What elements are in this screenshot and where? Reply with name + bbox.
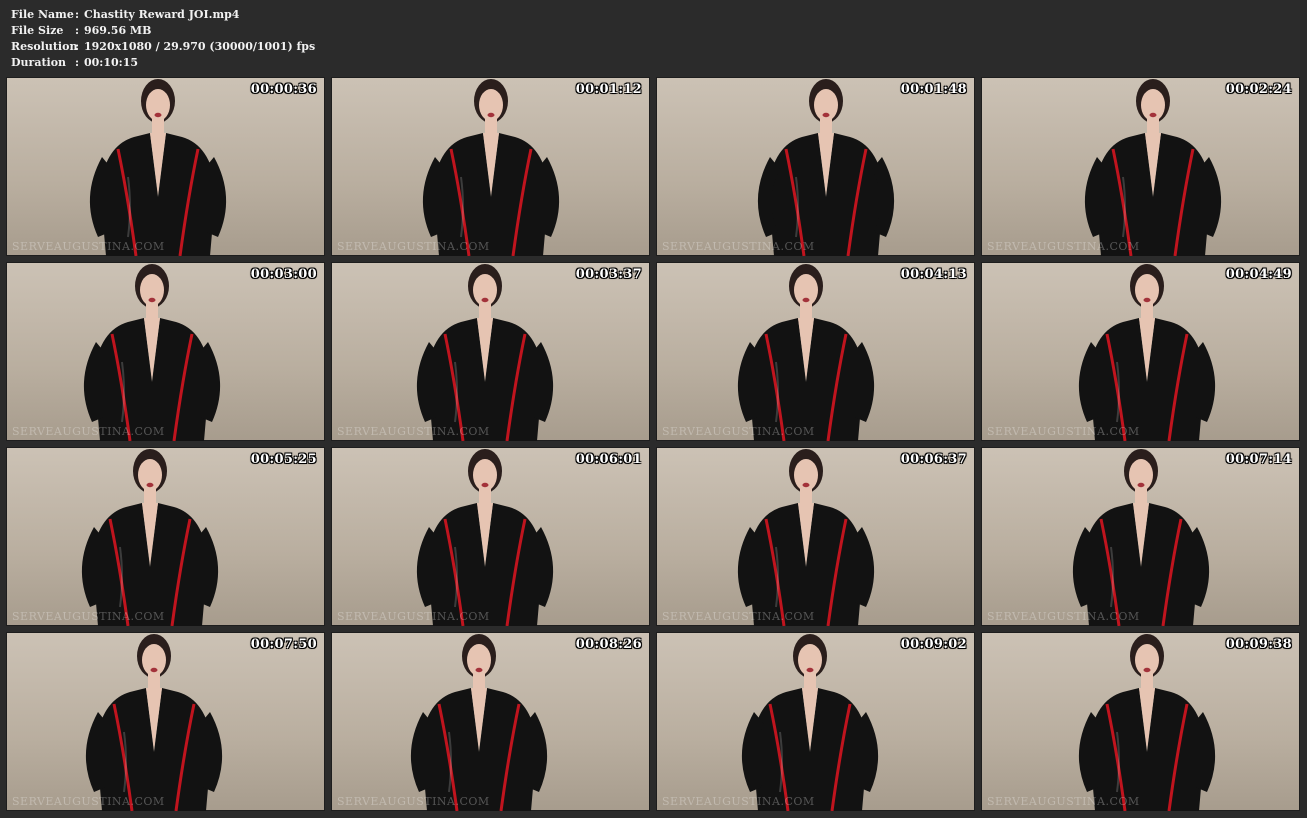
watermark: SERVEAUGUSTINA.COM xyxy=(337,425,490,438)
separator: : xyxy=(75,40,80,53)
separator: : xyxy=(75,8,80,21)
timestamp: 00:04:13 xyxy=(900,267,967,282)
video-thumbnail[interactable]: 00:07:14 SERVEAUGUSTINA.COM xyxy=(981,447,1300,626)
watermark: SERVEAUGUSTINA.COM xyxy=(987,240,1140,253)
video-frame xyxy=(83,264,221,441)
video-thumbnail[interactable]: 00:08:26 SERVEAUGUSTINA.COM xyxy=(331,632,650,811)
file-size-row: File Size : 969.56 MB xyxy=(11,23,315,39)
video-frame xyxy=(81,449,219,626)
video-frame xyxy=(410,634,548,811)
timestamp: 00:07:14 xyxy=(1225,452,1292,467)
video-thumbnail[interactable]: 00:02:24 SERVEAUGUSTINA.COM xyxy=(981,77,1300,256)
lips xyxy=(1137,482,1145,488)
video-frame xyxy=(416,449,554,626)
video-frame xyxy=(1084,79,1222,256)
watermark: SERVEAUGUSTINA.COM xyxy=(12,610,165,623)
lips xyxy=(481,297,489,303)
duration-label: Duration xyxy=(11,56,67,69)
video-thumbnail[interactable]: 00:03:37 SERVEAUGUSTINA.COM xyxy=(331,262,650,441)
lips xyxy=(1143,667,1151,673)
video-frame xyxy=(1078,634,1216,811)
timestamp: 00:08:26 xyxy=(575,637,642,652)
video-thumbnail[interactable]: 00:07:50 SERVEAUGUSTINA.COM xyxy=(6,632,325,811)
timestamp: 00:06:01 xyxy=(575,452,642,467)
timestamp: 00:04:49 xyxy=(1225,267,1292,282)
video-frame xyxy=(89,79,227,256)
watermark: SERVEAUGUSTINA.COM xyxy=(12,795,165,808)
duration-value: 00:10:15 xyxy=(84,56,139,69)
video-frame xyxy=(85,634,223,811)
lips xyxy=(475,667,483,673)
watermark: SERVEAUGUSTINA.COM xyxy=(337,240,490,253)
resolution-row: Resolution : 1920x1080 / 29.970 (30000/1… xyxy=(11,39,315,55)
lips xyxy=(802,297,810,303)
video-thumbnail[interactable]: 00:04:13 SERVEAUGUSTINA.COM xyxy=(656,262,975,441)
video-thumbnail[interactable]: 00:00:36 SERVEAUGUSTINA.COM xyxy=(6,77,325,256)
duration-row: Duration : 00:10:15 xyxy=(11,55,315,71)
lips xyxy=(822,112,830,118)
lips xyxy=(150,667,158,673)
video-thumbnail[interactable]: 00:09:02 SERVEAUGUSTINA.COM xyxy=(656,632,975,811)
timestamp: 00:06:37 xyxy=(900,452,967,467)
video-frame xyxy=(757,79,895,256)
watermark: SERVEAUGUSTINA.COM xyxy=(987,425,1140,438)
timestamp: 00:09:38 xyxy=(1225,637,1292,652)
lips xyxy=(1149,112,1157,118)
watermark: SERVEAUGUSTINA.COM xyxy=(662,610,815,623)
watermark: SERVEAUGUSTINA.COM xyxy=(12,240,165,253)
lips xyxy=(146,482,154,488)
separator: : xyxy=(75,56,80,69)
lips xyxy=(1143,297,1151,303)
lips xyxy=(481,482,489,488)
video-thumbnail[interactable]: 00:03:00 SERVEAUGUSTINA.COM xyxy=(6,262,325,441)
timestamp: 00:09:02 xyxy=(900,637,967,652)
contact-sheet: File Name : Chastity Reward JOI.mp4 File… xyxy=(0,0,1307,818)
watermark: SERVEAUGUSTINA.COM xyxy=(662,425,815,438)
video-frame xyxy=(737,264,875,441)
timestamp: 00:05:25 xyxy=(250,452,317,467)
timestamp: 00:07:50 xyxy=(250,637,317,652)
video-thumbnail[interactable]: 00:04:49 SERVEAUGUSTINA.COM xyxy=(981,262,1300,441)
timestamp: 00:02:24 xyxy=(1225,82,1292,97)
video-thumbnail[interactable]: 00:01:48 SERVEAUGUSTINA.COM xyxy=(656,77,975,256)
watermark: SERVEAUGUSTINA.COM xyxy=(337,795,490,808)
lips xyxy=(154,112,162,118)
video-frame xyxy=(422,79,560,256)
video-frame xyxy=(1072,449,1210,626)
timestamp: 00:00:36 xyxy=(250,82,317,97)
lips xyxy=(806,667,814,673)
video-thumbnail[interactable]: 00:09:38 SERVEAUGUSTINA.COM xyxy=(981,632,1300,811)
timestamp: 00:03:37 xyxy=(575,267,642,282)
file-name-value: Chastity Reward JOI.mp4 xyxy=(84,8,240,21)
thumbnail-grid: 00:00:36 SERVEAUGUSTINA.COM 00:01:12 SERVEA… xyxy=(6,77,1300,811)
video-thumbnail[interactable]: 00:05:25 SERVEAUGUSTINA.COM xyxy=(6,447,325,626)
video-thumbnail[interactable]: 00:01:12 SERVEAUGUSTINA.COM xyxy=(331,77,650,256)
separator: : xyxy=(75,24,80,37)
file-name-label: File Name xyxy=(11,8,74,21)
timestamp: 00:03:00 xyxy=(250,267,317,282)
watermark: SERVEAUGUSTINA.COM xyxy=(662,795,815,808)
lips xyxy=(802,482,810,488)
video-frame xyxy=(1078,264,1216,441)
video-thumbnail[interactable]: 00:06:37 SERVEAUGUSTINA.COM xyxy=(656,447,975,626)
video-frame xyxy=(741,634,879,811)
resolution-label: Resolution xyxy=(11,40,78,53)
lips xyxy=(487,112,495,118)
timestamp: 00:01:48 xyxy=(900,82,967,97)
video-frame xyxy=(737,449,875,626)
timestamp: 00:01:12 xyxy=(575,82,642,97)
watermark: SERVEAUGUSTINA.COM xyxy=(987,610,1140,623)
file-name-row: File Name : Chastity Reward JOI.mp4 xyxy=(11,7,315,23)
video-thumbnail[interactable]: 00:06:01 SERVEAUGUSTINA.COM xyxy=(331,447,650,626)
watermark: SERVEAUGUSTINA.COM xyxy=(662,240,815,253)
lips xyxy=(148,297,156,303)
watermark: SERVEAUGUSTINA.COM xyxy=(987,795,1140,808)
resolution-value: 1920x1080 / 29.970 (30000/1001) fps xyxy=(84,40,316,53)
file-size-value: 969.56 MB xyxy=(84,24,152,37)
video-frame xyxy=(416,264,554,441)
file-size-label: File Size xyxy=(11,24,64,37)
file-info-panel: File Name : Chastity Reward JOI.mp4 File… xyxy=(11,7,315,71)
watermark: SERVEAUGUSTINA.COM xyxy=(337,610,490,623)
watermark: SERVEAUGUSTINA.COM xyxy=(12,425,165,438)
